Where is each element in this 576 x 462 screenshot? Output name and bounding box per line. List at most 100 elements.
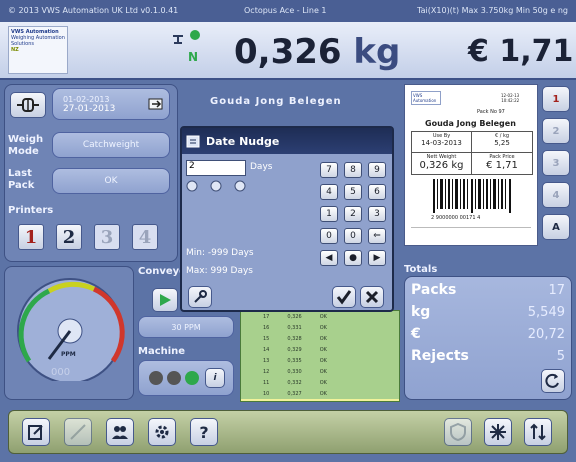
dialog-ok-button[interactable] bbox=[332, 286, 356, 308]
log-weight: 0,326 bbox=[287, 313, 302, 320]
settings-button[interactable] bbox=[148, 418, 176, 446]
keypad-key[interactable]: ◀ bbox=[320, 250, 338, 266]
status-light-2-icon bbox=[167, 371, 181, 385]
log-no: 13 bbox=[263, 357, 270, 364]
weight-value: 0,326 bbox=[234, 32, 342, 72]
weigh-mode-label: Weigh Mode bbox=[8, 134, 44, 157]
company-logo: VWS Automation Weighing Automation Solut… bbox=[8, 26, 68, 74]
graph-icon bbox=[70, 424, 86, 440]
printer-4-button[interactable]: 4 bbox=[132, 224, 158, 250]
label-use-by: Use By 14-03-2013 bbox=[412, 132, 472, 153]
keypad-key[interactable]: ▶ bbox=[368, 250, 386, 266]
totals-title: Totals bbox=[404, 264, 438, 275]
label-tab-4[interactable]: 4 bbox=[542, 182, 570, 208]
weight-unit: kg bbox=[353, 32, 401, 72]
keypad-key[interactable]: 6 bbox=[368, 184, 386, 200]
log-status: OK bbox=[319, 379, 327, 386]
conveyor-speed[interactable]: 30 PPM bbox=[138, 316, 234, 338]
days-input[interactable]: 2 bbox=[186, 160, 246, 176]
dialog-settings-button[interactable] bbox=[188, 286, 212, 308]
keypad-key[interactable]: ● bbox=[344, 250, 362, 266]
keypad-key[interactable]: 8 bbox=[344, 162, 362, 178]
users-button[interactable] bbox=[106, 418, 134, 446]
keypad-key[interactable]: 4 bbox=[320, 184, 338, 200]
product-name: Gouda Jong Belegen bbox=[210, 96, 342, 107]
weigh-mode-value[interactable]: Catchweight bbox=[52, 132, 170, 158]
log-status: OK bbox=[319, 390, 327, 397]
machine-info-button[interactable]: i bbox=[205, 368, 225, 388]
totals-packs-label: Packs bbox=[411, 282, 457, 298]
log-status: OK bbox=[319, 346, 327, 353]
calendar-icon bbox=[186, 135, 200, 148]
label-pack-price-value: € 1,71 bbox=[486, 160, 518, 171]
label-header-dates: 12-02-13 10:42:22 bbox=[501, 93, 519, 103]
keypad-key[interactable]: ⇐ bbox=[368, 228, 386, 244]
help-button[interactable]: ? bbox=[190, 418, 218, 446]
log-status: OK bbox=[319, 313, 327, 320]
log-weight: 0,328 bbox=[287, 335, 302, 342]
date-edit-icon[interactable] bbox=[148, 96, 164, 110]
snowflake-icon bbox=[490, 424, 506, 440]
label-pack-no-value: 97 bbox=[498, 109, 505, 115]
log-row: 16 0,331 OK bbox=[241, 322, 399, 333]
ppm-label: PPM bbox=[61, 351, 76, 358]
keypad-key[interactable]: 0 bbox=[320, 228, 338, 244]
conveyor-start-button[interactable] bbox=[152, 288, 178, 312]
reset-totals-button[interactable] bbox=[541, 369, 565, 393]
log-no: 15 bbox=[263, 335, 270, 342]
barcode-digits: 2 9000000 00171 4 bbox=[431, 215, 481, 221]
label-net-weight: Nett Weight 0,326 kg bbox=[412, 153, 472, 174]
graph-button[interactable] bbox=[64, 418, 92, 446]
security-button[interactable] bbox=[444, 418, 472, 446]
printer-3-button[interactable]: 3 bbox=[94, 224, 120, 250]
label-pack-no: Pack No 97 bbox=[477, 109, 505, 115]
label-fields: Use By 14-03-2013 € / kg 5,25 Nett Weight 0… bbox=[411, 131, 533, 175]
clean-button[interactable] bbox=[484, 418, 512, 446]
label-tab-2-text: 2 bbox=[552, 125, 560, 137]
keypad-key[interactable]: 1 bbox=[320, 206, 338, 222]
keypad-key[interactable]: 2 bbox=[344, 206, 362, 222]
play-icon bbox=[160, 294, 171, 306]
scale-limits: Tai(X10)(t) Max 3.750kg Min 50g e ng bbox=[417, 6, 568, 15]
log-weight: 0,167 bbox=[287, 402, 301, 403]
label-tab-2[interactable]: 2 bbox=[542, 118, 570, 144]
label-pack-price: Pack Price € 1,71 bbox=[472, 153, 532, 174]
log-weight: 0,330 bbox=[287, 368, 302, 375]
totals-kg-value: 5,549 bbox=[527, 304, 565, 320]
status-light-1-icon bbox=[149, 371, 163, 385]
barcode-icon bbox=[433, 179, 511, 213]
speed-panel: PPM 000 bbox=[4, 266, 134, 400]
log-no: 16 bbox=[263, 402, 269, 403]
keypad-key[interactable]: 3 bbox=[368, 206, 386, 222]
keypad-key[interactable]: 5 bbox=[344, 184, 362, 200]
numeric-keypad: 7 8 9 4 5 6 1 2 3 0 0 ⇐ ◀ ● ▶ bbox=[320, 162, 392, 272]
label-tab-a[interactable]: A bbox=[542, 214, 570, 240]
dialog-titlebar: Date Nudge bbox=[182, 128, 392, 154]
log-weight: 0,329 bbox=[287, 346, 302, 353]
log-status: Above weight limit bbox=[320, 402, 367, 403]
transfer-button[interactable] bbox=[524, 418, 552, 446]
keypad-key[interactable]: 9 bbox=[368, 162, 386, 178]
copyright-text: © 2013 VWS Automation UK Ltd v0.1.0.41 bbox=[8, 6, 179, 15]
speed-gauge-icon bbox=[17, 278, 125, 381]
log-status: OK bbox=[319, 324, 327, 331]
logo-line-3: NZ bbox=[11, 47, 19, 53]
nudge-slider[interactable] bbox=[186, 180, 248, 192]
label-tab-3[interactable]: 3 bbox=[542, 150, 570, 176]
totals-packs-value: 17 bbox=[548, 282, 565, 298]
label-product: Gouda Jong Belegen bbox=[425, 119, 516, 128]
printer-1-button[interactable]: 1 bbox=[18, 224, 44, 250]
logo-line-2: Weighing Automation Solutions bbox=[11, 35, 65, 47]
question-icon: ? bbox=[199, 422, 209, 442]
printer-2-button[interactable]: 2 bbox=[56, 224, 82, 250]
keypad-key[interactable]: 7 bbox=[320, 162, 338, 178]
keypad-key[interactable]: 0 bbox=[344, 228, 362, 244]
label-tab-1[interactable]: 1 bbox=[542, 86, 570, 112]
dialog-cancel-button[interactable] bbox=[360, 286, 384, 308]
shield-icon bbox=[450, 423, 466, 441]
log-no: 17 bbox=[263, 313, 270, 320]
stable-indicator-icon bbox=[190, 30, 200, 40]
edit-button[interactable] bbox=[22, 418, 50, 446]
tare-button[interactable] bbox=[10, 92, 46, 118]
edit-icon bbox=[28, 425, 43, 440]
